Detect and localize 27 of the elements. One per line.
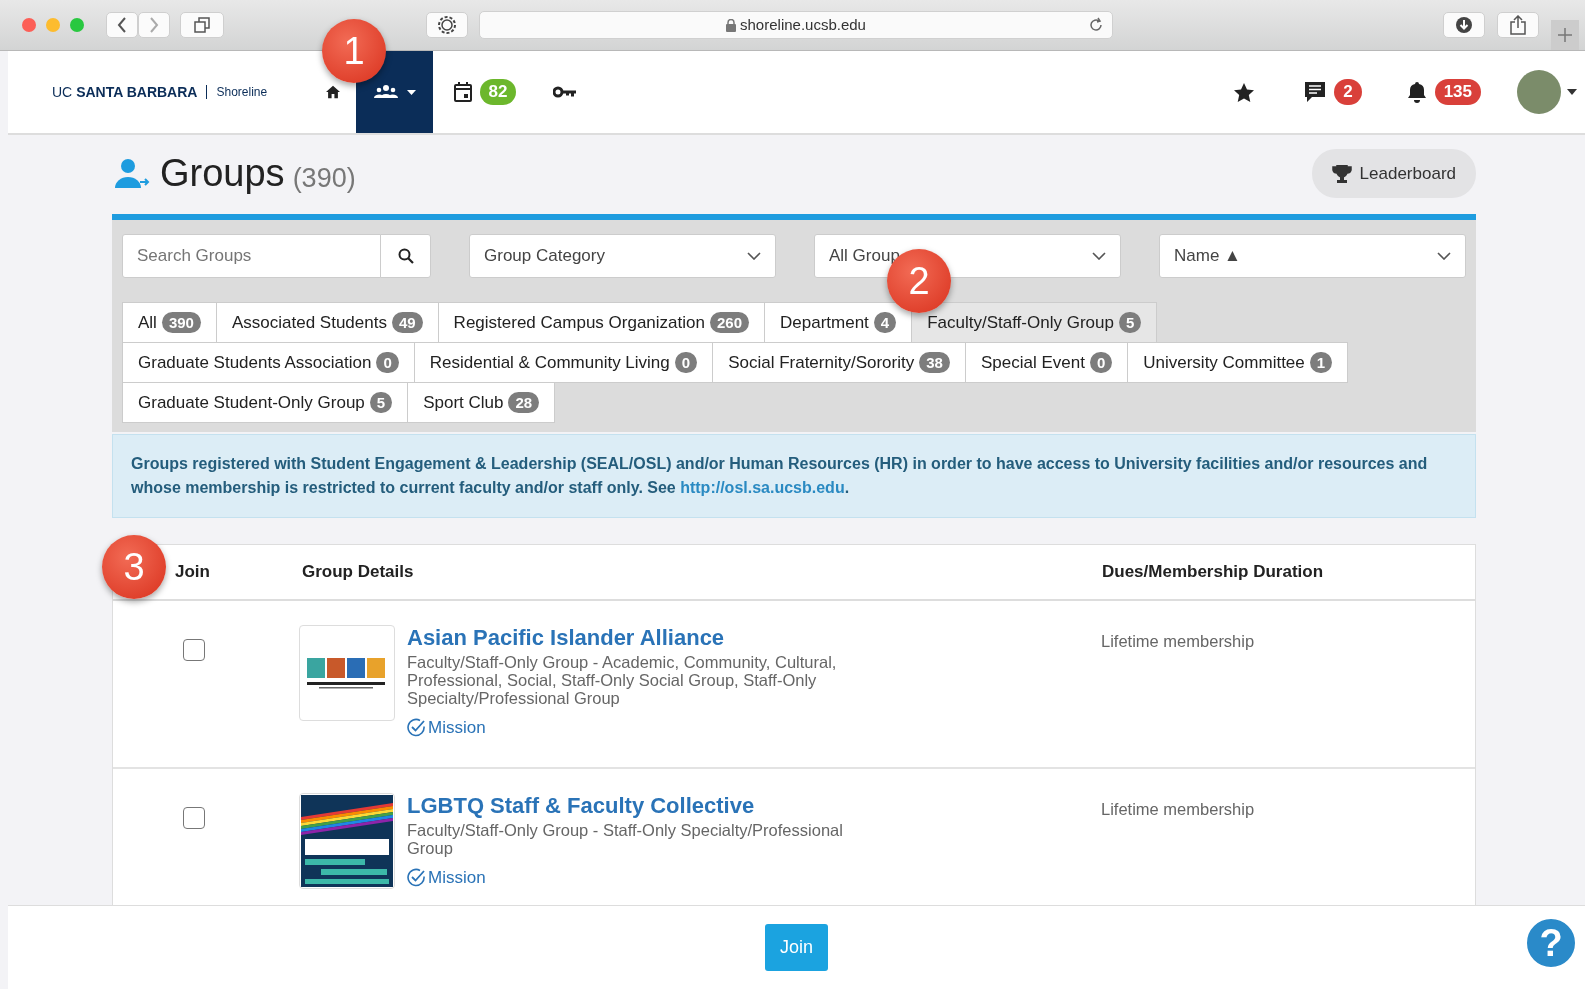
count-badge: 49 — [391, 312, 423, 333]
group-description: Faculty/Staff-Only Group - Staff-Only Specialty/Professional Group — [407, 820, 844, 857]
group-description: Faculty/Staff-Only Group - Academic, Community, Cultural, Professional, Social, Staff-Only Social Group, Staff-Only Specialty/Professional Group — [407, 652, 838, 707]
count-badge: 135 — [1434, 79, 1481, 105]
count-badge: 82 — [479, 79, 517, 105]
count-badge: 1 — [1309, 352, 1333, 373]
count-badge: 2 — [1334, 79, 1362, 105]
count-badge: 4 — [873, 312, 897, 333]
count-badge: 260 — [709, 312, 749, 333]
count-badge: 38 — [919, 352, 950, 373]
step-tooltip: 3 — [102, 535, 166, 599]
count-badge: 28 — [508, 392, 540, 413]
count-badge: 0 — [376, 352, 399, 373]
count-badge: 5 — [369, 392, 393, 413]
count-badge: 0 — [1089, 352, 1113, 373]
count-badge: 390 — [161, 312, 201, 333]
group-count: (390) — [292, 162, 356, 196]
page-title: Groups — [160, 151, 285, 196]
info-text: Groups registered with Student Engagement & Leadership (SEAL/OSL) and/or Human Resources (HR) in order to have access to University facilities and/or resources and whose membership is restricted to current faculty and/or staff only. See http://osl.sa.ucsb.edu. — [131, 455, 1428, 496]
column-header: Dues/Membership Duration — [1102, 561, 1324, 583]
count-badge: 5 — [1118, 312, 1142, 333]
column-header: Group Details — [302, 561, 414, 583]
membership-duration: Lifetime membership — [1101, 798, 1256, 820]
membership-duration: Lifetime membership — [1101, 630, 1256, 652]
url-text: shoreline.ucsb.edu — [740, 14, 866, 35]
count-badge: 0 — [674, 352, 698, 373]
column-header: Join — [175, 561, 210, 583]
